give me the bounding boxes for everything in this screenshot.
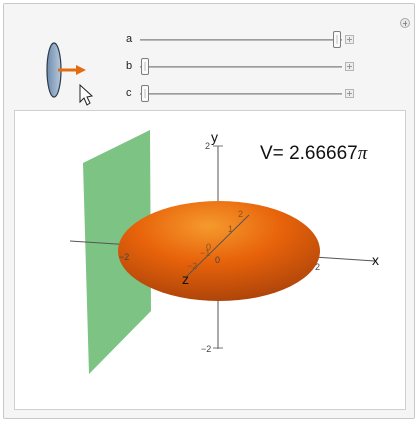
plus-circle-icon[interactable] <box>400 18 410 28</box>
z-tick-label-1: 1 <box>228 224 233 234</box>
y-tick-label-top: 2 <box>205 141 210 151</box>
x-tick-label-left: −2 <box>119 252 129 262</box>
x-axis-label: x <box>372 252 379 268</box>
x-tick-label-right: 2 <box>315 262 320 272</box>
slider-thumb-a[interactable] <box>333 31 341 48</box>
slider-track-b[interactable] <box>140 66 342 68</box>
volume-prefix: V= <box>260 143 290 164</box>
z-tick-label-2: 2 <box>238 209 243 219</box>
z-tick-label-m1: −1 <box>200 248 210 258</box>
mouse-pointer-icon <box>79 83 94 106</box>
x-tick-label-zero: 0 <box>215 255 220 265</box>
slider-thumb-c[interactable] <box>141 85 149 102</box>
slider-label-a: a <box>126 33 133 45</box>
volume-readout: V= 2.66667π <box>260 143 367 165</box>
slider-thumb-b[interactable] <box>141 58 149 75</box>
volume-pi: π <box>357 143 368 164</box>
ellipsoid <box>118 201 320 301</box>
z-axis-label: z <box>182 271 189 287</box>
y-axis-label: y <box>211 129 218 145</box>
volume-value: 2.66667 <box>289 143 358 164</box>
slider-label-c: c <box>126 87 132 99</box>
slider-b-expand-icon[interactable] <box>345 62 354 71</box>
z-tick-label-m2: −2 <box>187 261 197 271</box>
slider-track-c[interactable] <box>140 93 342 95</box>
slider-track-a[interactable] <box>140 39 342 41</box>
ellipsoid-arrow-icon[interactable] <box>42 40 94 108</box>
slider-c-expand-icon[interactable] <box>345 89 354 98</box>
slider-label-b: b <box>126 60 133 72</box>
y-tick-label-bottom: −2 <box>201 344 211 354</box>
slider-a-expand-icon[interactable] <box>345 35 354 44</box>
